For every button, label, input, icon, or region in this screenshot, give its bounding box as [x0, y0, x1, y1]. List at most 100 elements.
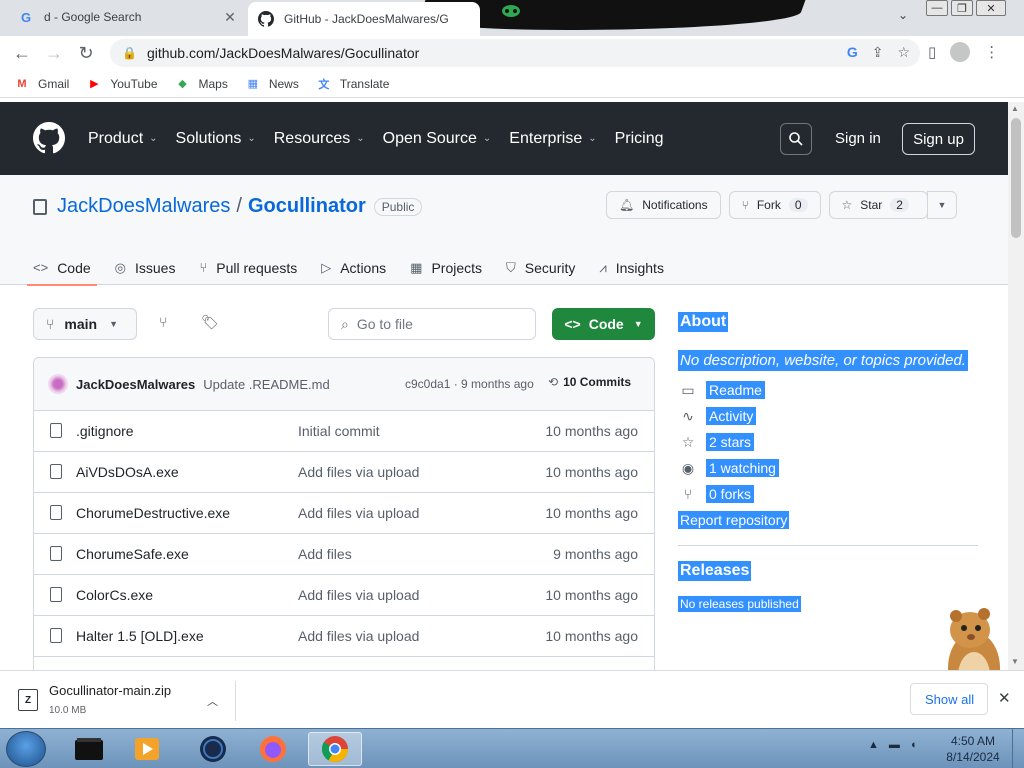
commit-hash-time[interactable]: c9c0da1 · 9 months ago: [405, 377, 534, 391]
tab-google-search[interactable]: G d - Google Search ✕: [8, 0, 248, 34]
sign-in-link[interactable]: Sign in: [835, 130, 881, 147]
tab-github[interactable]: GitHub - JackDoesMalwares/G: [248, 2, 480, 36]
address-bar[interactable]: 🔒 github.com/JackDoesMalwares/Gocullinat…: [110, 39, 920, 67]
bookmark-maps[interactable]: ◆ Maps: [175, 77, 228, 91]
activity-link[interactable]: ∿ Activity: [678, 407, 978, 425]
bookmark-star-icon[interactable]: ☆: [897, 44, 910, 61]
repo-name-link[interactable]: Gocullinator: [248, 195, 366, 218]
branches-icon[interactable]: ⑂: [159, 314, 167, 330]
reload-icon[interactable]: ↻: [70, 43, 102, 64]
table-row[interactable]: ColorCs.exe Add files via upload 10 months…: [34, 575, 654, 616]
tab-pull-requests[interactable]: ⑂ Pull requests: [199, 250, 297, 285]
bookmark-news[interactable]: ▦ News: [245, 77, 299, 91]
maximize-button[interactable]: ❐: [951, 0, 973, 16]
file-commit-message[interactable]: Add files: [298, 546, 352, 562]
branch-selector[interactable]: ⑂ main ▼: [33, 308, 137, 340]
file-commit-message[interactable]: Add files via upload: [298, 464, 419, 480]
file-commit-message[interactable]: Add files via upload: [298, 587, 419, 603]
taskbar-app-globe[interactable]: [186, 732, 240, 766]
nav-pricing[interactable]: Pricing: [615, 130, 664, 148]
report-repository-link[interactable]: Report repository: [678, 511, 790, 529]
watchers-link[interactable]: ◉ 1 watching: [678, 459, 978, 477]
file-commit-message[interactable]: Add files via upload: [298, 628, 419, 644]
tab-insights[interactable]: ⩘ Insights: [599, 250, 664, 285]
tray-expand-icon[interactable]: ▲: [868, 739, 879, 751]
go-to-file-input[interactable]: ⌕ Go to file: [328, 308, 536, 340]
table-row[interactable]: .gitignore Initial commit 10 months ago: [34, 411, 654, 452]
scroll-down-icon[interactable]: ▼: [1011, 657, 1019, 666]
table-row[interactable]: AiVDsDOsA.exe Add files via upload 10 mont…: [34, 452, 654, 493]
network-icon[interactable]: ▬: [889, 739, 900, 751]
commit-message-link[interactable]: Update .README.md: [203, 377, 329, 392]
show-all-button[interactable]: Show all: [910, 683, 988, 715]
search-button[interactable]: [780, 123, 812, 155]
side-panel-icon[interactable]: ▯: [928, 43, 936, 61]
scrollbar-thumb[interactable]: [1011, 118, 1021, 238]
bookmark-translate[interactable]: 文 Translate: [316, 77, 389, 91]
table-row[interactable]: ChorumeSafe.exe Add files 9 months ago: [34, 534, 654, 575]
forks-link[interactable]: ⑂ 0 forks: [678, 485, 978, 503]
notifications-button[interactable]: 🔔︎ Notifications: [606, 191, 721, 219]
lock-icon[interactable]: 🔒: [122, 46, 137, 60]
close-window-button[interactable]: ✕: [976, 0, 1006, 16]
nav-open-source[interactable]: Open Source ⌄: [383, 130, 492, 148]
menu-dots-icon[interactable]: ⋮: [984, 43, 999, 61]
bookmark-youtube[interactable]: ▶ YouTube: [86, 77, 157, 91]
forward-icon[interactable]: →: [38, 43, 70, 64]
chevron-up-icon[interactable]: ︿: [207, 693, 218, 709]
bookmark-gmail[interactable]: M Gmail: [14, 77, 69, 91]
taskbar-app-chrome[interactable]: [308, 732, 362, 766]
back-icon[interactable]: ←: [6, 43, 38, 64]
table-row[interactable]: ChorumeDestructive.exe Add files via uplo…: [34, 493, 654, 534]
fork-button[interactable]: ⑂ Fork 0: [728, 191, 821, 219]
minimize-button[interactable]: —: [926, 0, 948, 16]
close-download-bar-icon[interactable]: ✕: [998, 689, 1011, 707]
show-desktop-button[interactable]: [1012, 729, 1024, 768]
file-commit-message[interactable]: Initial commit: [298, 423, 380, 439]
file-name-link[interactable]: ChorumeSafe.exe: [76, 546, 189, 562]
file-name-link[interactable]: ColorCs.exe: [76, 587, 153, 603]
releases-heading[interactable]: Releases: [678, 561, 752, 581]
code-dropdown-button[interactable]: <> Code ▼: [552, 308, 655, 340]
file-commit-message[interactable]: Add files via upload: [298, 505, 419, 521]
file-name-link[interactable]: AiVDsDOsA.exe: [76, 464, 179, 480]
tab-actions[interactable]: ▷ Actions: [321, 250, 386, 285]
taskbar-app-terminal[interactable]: [62, 732, 116, 766]
file-name-link[interactable]: Halter 1.5 [OLD].exe: [76, 628, 204, 644]
tab-issues[interactable]: ◎ Issues: [115, 250, 176, 285]
volume-icon[interactable]: ◖: [910, 739, 917, 751]
system-clock[interactable]: 4:50 AM 8/14/2024: [942, 733, 1004, 765]
file-name-link[interactable]: ChorumeDestructive.exe: [76, 505, 230, 521]
repo-owner-link[interactable]: JackDoesMalwares: [57, 195, 230, 218]
github-logo-icon[interactable]: [33, 122, 65, 154]
download-item[interactable]: Z Gocullinator-main.zip 10.0 MB ︿: [14, 681, 236, 721]
sign-up-button[interactable]: Sign up: [902, 123, 975, 155]
tab-security[interactable]: ⛉ Security: [506, 250, 575, 285]
tag-icon[interactable]: 🏷︎: [201, 314, 219, 331]
table-row[interactable]: Halter 1.5 [OLD].exe Add files via upload…: [34, 616, 654, 657]
nav-solutions[interactable]: Solutions ⌄: [176, 130, 256, 148]
file-name-link[interactable]: .gitignore: [76, 423, 134, 439]
page-scrollbar[interactable]: ▲ ▼: [1008, 102, 1024, 670]
start-button[interactable]: [6, 731, 46, 767]
author-avatar[interactable]: [48, 374, 68, 394]
star-list-dropdown[interactable]: ▼: [926, 191, 957, 219]
tab-search-chevron-icon[interactable]: ⌄: [898, 8, 908, 22]
readme-link[interactable]: ▭ Readme: [678, 381, 978, 399]
tab-code[interactable]: <> Code: [27, 250, 97, 286]
taskbar-app-media-player[interactable]: [120, 732, 174, 766]
google-lens-icon[interactable]: G: [847, 44, 858, 61]
stars-link[interactable]: ☆ 2 stars: [678, 433, 978, 451]
tab-projects[interactable]: ▦ Projects: [410, 250, 482, 285]
close-tab-icon[interactable]: ✕: [222, 9, 238, 26]
commits-link[interactable]: ⟲ 10 Commits: [548, 375, 631, 389]
commit-author-link[interactable]: JackDoesMalwares: [76, 377, 195, 392]
star-button[interactable]: ☆ Star 2: [828, 191, 928, 219]
nav-resources[interactable]: Resources ⌄: [274, 130, 365, 148]
nav-enterprise[interactable]: Enterprise ⌄: [509, 130, 596, 148]
share-icon[interactable]: ⇪: [872, 44, 884, 61]
nav-product[interactable]: Product ⌄: [88, 130, 158, 148]
scroll-up-icon[interactable]: ▲: [1011, 104, 1019, 113]
profile-avatar-icon[interactable]: [950, 42, 971, 62]
taskbar-app-firefox[interactable]: [246, 732, 300, 766]
